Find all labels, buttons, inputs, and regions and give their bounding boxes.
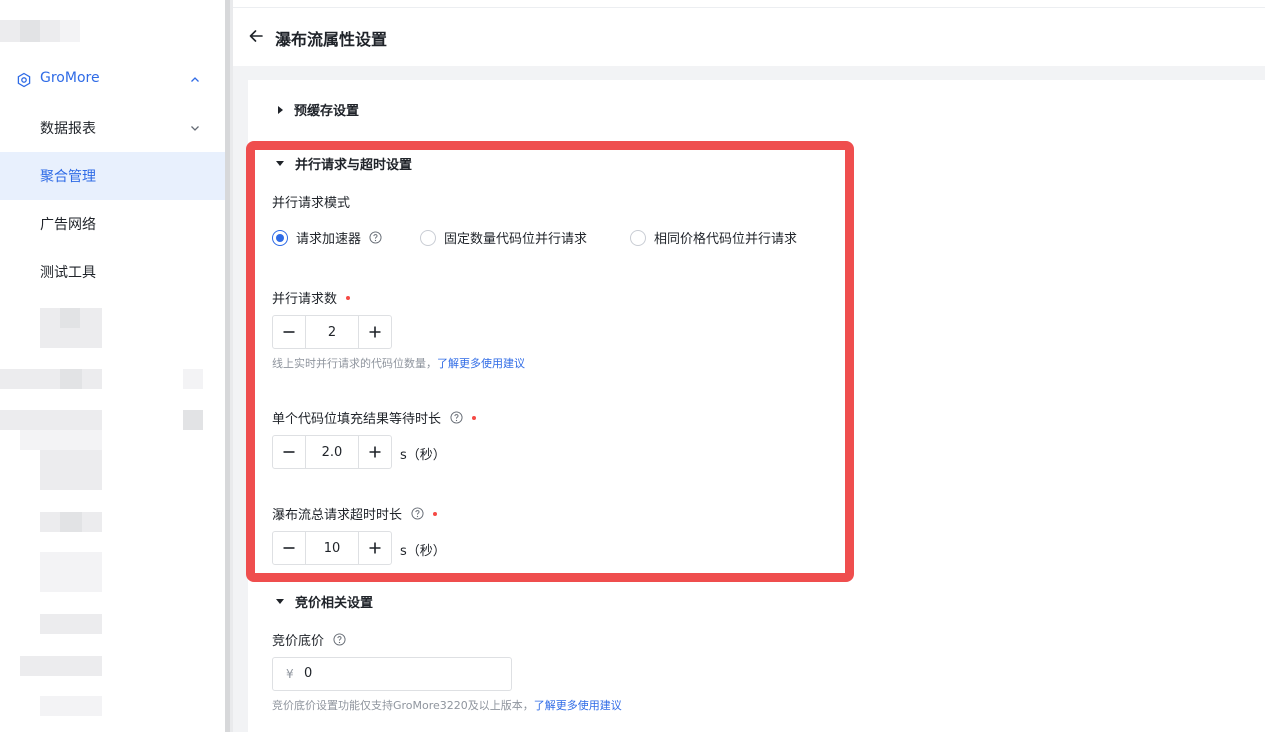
page-title: 瀑布流属性设置 [275,30,388,49]
blurred-menu-item [60,369,82,389]
section-precache-header[interactable]: 预缓存设置 [278,100,359,119]
decrement-button[interactable] [273,316,305,348]
wait-duration-stepper[interactable]: 2.0 [272,435,392,469]
learn-more-link[interactable]: 了解更多使用建议 [534,699,622,712]
chevron-up-icon [191,77,199,82]
radio-fixed-count[interactable]: 固定数量代码位并行请求 [420,228,587,247]
question-circle-icon[interactable] [333,633,346,646]
blurred-menu-item [40,696,102,716]
hint-text: 线上实时并行请求的代码位数量， [272,357,437,370]
sidebar-item-aggregation[interactable]: 聚合管理 [0,152,225,200]
arrow-left-icon[interactable] [247,27,265,45]
blurred-menu-item [40,450,102,490]
blurred-menu-item [40,614,102,634]
increment-button[interactable] [359,436,391,468]
stepper-value[interactable]: 2 [305,316,359,348]
section-title: 竞价相关设置 [295,596,374,611]
question-circle-icon[interactable] [369,231,382,244]
blurred-logo-part [20,20,40,42]
blurred-menu-item [20,430,102,450]
section-title: 并行请求与超时设置 [295,158,413,173]
hint-text: 竞价底价设置功能仅支持GroMore3220及以上版本， [272,699,534,712]
wait-duration-unit: s（秒） [400,448,446,463]
top-bar [233,0,1265,8]
chevron-down-icon [191,126,199,131]
label-text: 瀑布流总请求超时时长 [272,508,403,523]
caret-down-icon [276,599,284,604]
label-text: 单个代码位填充结果等待时长 [272,412,442,427]
parallel-count-label: 并行请求数 [272,288,351,307]
minus-icon [283,331,295,333]
timeout-duration-label: 瀑布流总请求超时时长 [272,504,438,523]
caret-right-icon [278,105,283,114]
blurred-menu-item [0,410,102,430]
blurred-menu-item [0,369,102,389]
radio-request-accelerator[interactable]: 请求加速器 [272,228,382,247]
required-indicator [472,415,477,420]
radio-circle [420,229,436,246]
minus-icon [283,451,295,453]
parallel-count-hint: 线上实时并行请求的代码位数量，了解更多使用建议 [272,355,525,371]
timeout-duration-unit: s（秒） [400,544,446,559]
parallel-mode-label: 并行请求模式 [272,192,350,211]
sidebar-group-label: GroMore [40,70,100,86]
minus-icon [283,547,295,549]
gromore-icon [17,72,31,88]
sidebar-item-test-tools[interactable]: 测试工具 [0,248,225,296]
blurred-logo-part [60,20,80,42]
wait-duration-label: 单个代码位填充结果等待时长 [272,408,477,427]
sidebar-scrollbar[interactable] [225,0,230,732]
sidebar-item-reports[interactable]: 数据报表 [0,104,225,152]
section-title: 预缓存设置 [294,104,360,119]
floor-price-input[interactable]: ¥ 0 [272,657,512,691]
increment-button[interactable] [359,316,391,348]
sidebar-item-ad-network[interactable]: 广告网络 [0,200,225,248]
floor-price-value: 0 [304,666,313,681]
settings-card [248,80,1265,732]
radio-label: 相同价格代码位并行请求 [654,232,798,247]
parallel-count-stepper[interactable]: 2 [272,315,392,349]
radio-circle [630,229,646,246]
radio-circle [272,229,288,246]
required-indicator [346,295,351,300]
section-bidding-header[interactable]: 竞价相关设置 [276,592,373,611]
decrement-button[interactable] [273,436,305,468]
caret-down-icon [276,161,284,166]
plus-icon [369,542,381,554]
decrement-button[interactable] [273,532,305,564]
label-text: 竞价底价 [272,634,325,649]
plus-icon [369,446,381,458]
blurred-menu-item [20,656,102,676]
blurred-menu-item [183,410,203,430]
floor-price-hint: 竞价底价设置功能仅支持GroMore3220及以上版本，了解更多使用建议 [272,697,622,713]
sidebar-item-label: 数据报表 [40,121,96,137]
section-parallel-header[interactable]: 并行请求与超时设置 [276,154,412,173]
question-circle-icon[interactable] [450,411,463,424]
radio-label: 请求加速器 [296,232,362,247]
sidebar-item-label: 测试工具 [40,265,96,281]
sidebar-item-label: 广告网络 [40,217,96,233]
plus-icon [369,326,381,338]
label-text: 并行请求数 [272,292,338,307]
currency-prefix: ¥ [286,667,294,681]
floor-price-label: 竞价底价 [272,630,346,649]
timeout-duration-stepper[interactable]: 10 [272,531,392,565]
radio-same-price[interactable]: 相同价格代码位并行请求 [630,228,797,247]
required-indicator [433,511,438,516]
blurred-menu-item [60,308,80,328]
stepper-value[interactable]: 10 [305,532,359,564]
page-header: 瀑布流属性设置 [233,8,1265,66]
label-text: 并行请求模式 [272,196,351,211]
blurred-menu-item [183,369,203,389]
blurred-menu-item [40,552,102,592]
sidebar-group-gromore[interactable]: GroMore [0,60,225,100]
blurred-menu-item [60,512,82,532]
learn-more-link[interactable]: 了解更多使用建议 [437,357,525,370]
radio-label: 固定数量代码位并行请求 [444,232,588,247]
sidebar-item-label: 聚合管理 [40,169,96,185]
question-circle-icon[interactable] [411,507,424,520]
increment-button[interactable] [359,532,391,564]
stepper-value[interactable]: 2.0 [305,436,359,468]
sidebar: GroMore 数据报表 聚合管理 广告网络 测试工具 [0,0,225,732]
